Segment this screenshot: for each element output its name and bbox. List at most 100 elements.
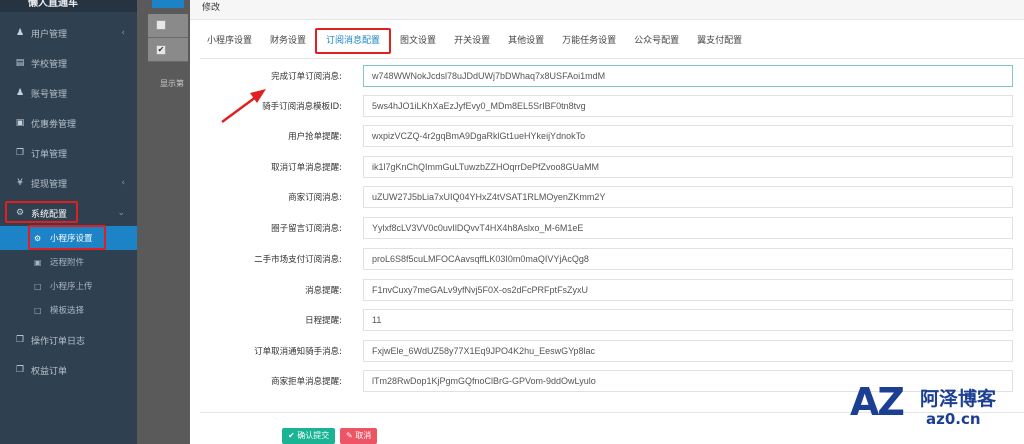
sidebar-item-label: 小程序设置: [50, 234, 93, 244]
watermark-logo: AZ: [850, 380, 905, 424]
document-icon: ▤: [15, 58, 25, 68]
check-icon: ✔: [288, 431, 295, 440]
form-row-merchant-subscription: 商家订阅消息: uZUW27J5bLia7xUIQ04YHxZ4tVSAT1RL…: [190, 186, 1024, 210]
gear-icon: ⚙: [15, 208, 25, 218]
schedule-reminder-input[interactable]: 11: [363, 309, 1013, 331]
sidebar-item-label: 操作订单日志: [31, 336, 86, 347]
user-grab-order-input[interactable]: wxpizVCZQ-4r2gqBmA9DgaRklGt1ueHYkeijYdno…: [363, 125, 1013, 147]
sidebar: 懒人直通车 ♟ 用户管理 ‹ ▤ 学校管理 ♟ 账号管理 ▣ 优惠劵管理 ❐ 订…: [0, 0, 137, 444]
tab-divider: [200, 58, 1024, 59]
sidebar-item-label: 订单管理: [31, 149, 68, 160]
watermark-url: az0.cn: [926, 410, 981, 428]
background-pagination-text: 显示第: [160, 79, 184, 88]
field-label: 用户抢单提醒:: [288, 132, 342, 142]
cancel-order-message-input[interactable]: ik1l7gKnChQImmGuLTuwzbZZHOqrrDePfZvoo8GU…: [363, 156, 1013, 178]
sidebar-item-label: 系统配置: [31, 209, 68, 220]
sidebar-subitem-template-select[interactable]: □ 模板选择: [0, 298, 137, 322]
confirm-label: 确认提交: [297, 431, 330, 440]
sidebar-item-label: 模板选择: [50, 306, 85, 316]
circle-comment-input[interactable]: Yylxf8cLV3VV0c0uvIlDQvvT4HX4h8Aslxo_M-6M…: [363, 217, 1013, 239]
form-row-complete-order: 完成订单订阅消息: w748WWNokJcdsl78uJDdUWj7bDWhaq…: [190, 65, 1024, 89]
sidebar-item-withdrawals[interactable]: ¥ 提现管理 ‹: [0, 168, 137, 198]
form-row-rider-template: 骑手订阅消息模板ID: 5ws4hJO1iLKhXaEzJyfEvy0_MDm8…: [190, 95, 1024, 119]
form-row-message-reminder: 消息提醒: F1nvCuxy7meGALv9yfNvj5F0X-os2dFcPR…: [190, 279, 1024, 303]
sidebar-item-label: 远程附件: [50, 258, 85, 268]
tab-official-account-config[interactable]: 公众号配置: [625, 28, 688, 54]
gear-icon: ⚙: [34, 233, 42, 243]
sidebar-item-label: 权益订单: [31, 366, 68, 377]
form-row-user-grab-order: 用户抢单提醒: wxpizVCZQ-4r2gqBmA9DgaRklGt1ueHY…: [190, 125, 1024, 149]
merchant-subscription-input[interactable]: uZUW27J5bLia7xUIQ04YHxZ4tVSAT1RLMOyenZKm…: [363, 186, 1013, 208]
sidebar-item-label: 优惠劵管理: [31, 119, 77, 130]
cancel-button[interactable]: ✎ 取消: [340, 428, 378, 444]
tab-subscription-message-config[interactable]: 订阅消息配置: [315, 28, 392, 54]
sidebar-item-accounts[interactable]: ♟ 账号管理: [0, 78, 137, 108]
sidebar-subitem-miniprogram-settings[interactable]: ⚙ 小程序设置: [0, 226, 137, 250]
modal-title: 修改: [190, 0, 1024, 20]
sidebar-item-system-config[interactable]: ⚙ 系统配置 ⌄: [0, 198, 137, 228]
background-checkbox: [156, 20, 166, 30]
form-row-schedule-reminder: 日程提醒: 11: [190, 309, 1024, 333]
sidebar-item-label: 账号管理: [31, 89, 68, 100]
watermark: AZ 阿泽博客 az0.cn: [850, 380, 1020, 440]
chevron-left-icon: ‹: [121, 178, 125, 188]
sidebar-item-order-log[interactable]: ❐ 操作订单日志: [0, 325, 137, 355]
copy-icon: ❐: [15, 335, 25, 345]
image-icon: ▣: [34, 257, 42, 267]
message-reminder-input[interactable]: F1nvCuxy7meGALv9yfNvj5F0X-os2dFcPRFptFsZ…: [363, 279, 1013, 301]
chevron-down-icon: ⌄: [117, 208, 125, 218]
field-label: 商家拒单消息提醒:: [271, 377, 342, 387]
cancel-label: 取消: [355, 431, 372, 440]
brand-title: 懒人直通车: [0, 0, 137, 12]
form-row-circle-comment: 圈子留言订阅消息: Yylxf8cLV3VV0c0uvIlDQvvT4HX4h8…: [190, 217, 1024, 241]
background-button: [152, 0, 184, 8]
sidebar-item-rights-orders[interactable]: ❐ 权益订单: [0, 355, 137, 385]
field-label: 二手市场支付订阅消息:: [254, 255, 342, 265]
edit-modal: 修改 小程序设置 财务设置 订阅消息配置 图文设置 开关设置 其他设置 万能任务…: [190, 0, 1024, 444]
field-label: 商家订阅消息:: [288, 193, 342, 203]
background-table-row: [148, 38, 188, 62]
sidebar-item-coupons[interactable]: ▣ 优惠劵管理: [0, 108, 137, 138]
user-icon: ♟: [15, 28, 25, 38]
field-label: 骑手订阅消息模板ID:: [262, 102, 342, 112]
rider-template-id-input[interactable]: 5ws4hJO1iLKhXaEzJyfEvy0_MDm8EL5SrIBF0tn8…: [363, 95, 1013, 117]
field-label: 消息提醒:: [305, 286, 342, 296]
tab-finance-settings[interactable]: 财务设置: [261, 28, 315, 54]
field-label: 完成订单订阅消息:: [271, 72, 342, 82]
sidebar-item-label: 小程序上传: [50, 282, 93, 292]
sidebar-item-label: 用户管理: [31, 29, 68, 40]
sidebar-item-schools[interactable]: ▤ 学校管理: [0, 48, 137, 78]
file-icon: □: [34, 305, 42, 315]
sidebar-subitem-remote-attachments[interactable]: ▣ 远程附件: [0, 250, 137, 274]
card-icon: ▣: [15, 118, 25, 128]
file-icon: □: [34, 281, 42, 291]
tab-other-settings[interactable]: 其他设置: [499, 28, 553, 54]
pencil-icon: ✎: [346, 431, 353, 440]
form-row-secondhand-payment: 二手市场支付订阅消息: proL6S8f5cuLMFOCAavsqffLK03I…: [190, 248, 1024, 272]
confirm-submit-button[interactable]: ✔ 确认提交: [282, 428, 336, 444]
form-row-order-cancel-rider: 订单取消通知骑手消息: FxjwEle_6WdUZ58y77X1Eq9JPO4K…: [190, 340, 1024, 364]
yen-icon: ¥: [17, 178, 23, 188]
form-row-cancel-order: 取消订单消息提醒: ik1l7gKnChQImmGuLTuwzbZZHOqrrD…: [190, 156, 1024, 180]
chevron-left-icon: ‹: [121, 28, 125, 38]
tab-universal-task-settings[interactable]: 万能任务设置: [553, 28, 625, 54]
secondhand-payment-input[interactable]: proL6S8f5cuLMFOCAavsqffLK03I0m0maQIVYjAc…: [363, 248, 1013, 270]
sidebar-item-orders[interactable]: ❐ 订单管理: [0, 138, 137, 168]
background-checkbox-checked: ✔: [156, 45, 166, 55]
tab-switch-settings[interactable]: 开关设置: [445, 28, 499, 54]
field-label: 圈子留言订阅消息:: [271, 224, 342, 234]
sidebar-item-label: 提现管理: [31, 179, 68, 190]
field-label: 取消订单消息提醒:: [271, 163, 342, 173]
tab-image-text-settings[interactable]: 图文设置: [391, 28, 445, 54]
tab-miniprogram-settings[interactable]: 小程序设置: [198, 28, 261, 54]
order-cancel-rider-input[interactable]: FxjwEle_6WdUZ58y77X1Eq9JPO4K2hu_EeswGYp8…: [363, 340, 1013, 362]
watermark-name: 阿泽博客: [920, 388, 997, 410]
complete-order-message-input[interactable]: w748WWNokJcdsl78uJDdUWj7bDWhaq7x8USFAoi1…: [363, 65, 1013, 87]
copy-icon: ❐: [15, 365, 25, 375]
field-label: 日程提醒:: [305, 316, 342, 326]
copy-icon: ❐: [15, 148, 25, 158]
tab-wing-pay-config[interactable]: 翼支付配置: [688, 28, 751, 54]
sidebar-item-users[interactable]: ♟ 用户管理 ‹: [0, 18, 137, 48]
sidebar-subitem-miniprogram-upload[interactable]: □ 小程序上传: [0, 274, 137, 298]
field-label: 订单取消通知骑手消息:: [254, 347, 342, 357]
